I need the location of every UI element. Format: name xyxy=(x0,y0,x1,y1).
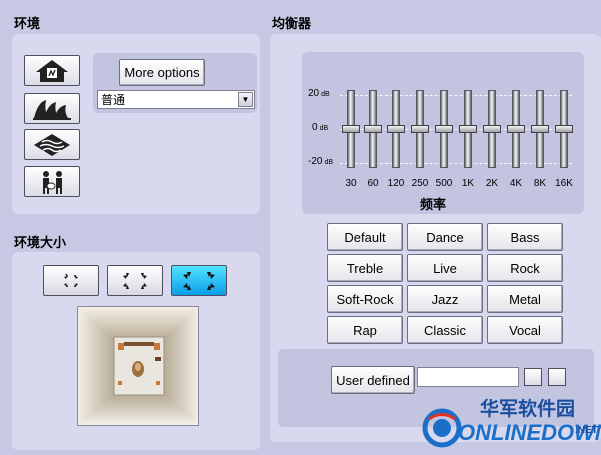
eq-slider-thumb[interactable] xyxy=(364,125,382,133)
musicians-icon xyxy=(43,170,62,194)
eq-slider-8K[interactable] xyxy=(531,90,549,168)
eq-slider-4K[interactable] xyxy=(507,90,525,168)
preset-metal-button[interactable]: Metal xyxy=(487,285,563,313)
eq-slider-250[interactable] xyxy=(411,90,429,168)
eq-slider-60[interactable] xyxy=(364,90,382,168)
frequency-axis-label: 频率 xyxy=(420,198,447,213)
db-mid-label: 0 dB xyxy=(312,122,329,133)
environment-preset-value: 普通 xyxy=(101,93,126,107)
eq-slider-thumb[interactable] xyxy=(435,125,453,133)
db-top-label: 20 dB xyxy=(308,88,330,99)
preset-jazz-button[interactable]: Jazz xyxy=(407,285,483,313)
cave-icon xyxy=(34,133,70,156)
environment-preset-select[interactable]: 普通 ▼ xyxy=(97,90,255,109)
equalizer-title: 均衡器 xyxy=(272,17,312,32)
preset-soft-rock-button[interactable]: Soft-Rock xyxy=(327,285,403,313)
eq-slider-thumb[interactable] xyxy=(507,125,525,133)
preset-dance-button[interactable]: Dance xyxy=(407,223,483,251)
watermark-cn-text: 华军软件园 xyxy=(480,398,576,420)
eq-slider-16K[interactable] xyxy=(555,90,573,168)
preset-classic-button[interactable]: Classic xyxy=(407,316,483,344)
preset-rap-button[interactable]: Rap xyxy=(327,316,403,344)
eq-slider-thumb[interactable] xyxy=(387,125,405,133)
eq-slider-thumb[interactable] xyxy=(483,125,501,133)
preset-rock-button[interactable]: Rock xyxy=(487,254,563,282)
eq-slider-thumb[interactable] xyxy=(555,125,573,133)
freq-label-16K: 16K xyxy=(555,178,573,189)
eq-slider-thumb[interactable] xyxy=(411,125,429,133)
room-perspective-image xyxy=(78,307,198,425)
room-size-small-button[interactable] xyxy=(43,265,99,296)
large-room-icon xyxy=(183,271,215,290)
eq-slider-30[interactable] xyxy=(342,90,360,168)
onlinedown-watermark: 华军软件园 ONLINEDOWN .NET xyxy=(420,392,601,455)
eq-slider-2K[interactable] xyxy=(483,90,501,168)
room-size-large-button[interactable] xyxy=(171,265,227,296)
user-defined-input[interactable] xyxy=(417,367,519,387)
room-preview xyxy=(77,306,199,426)
house-icon xyxy=(36,59,68,82)
preset-default-button[interactable]: Default xyxy=(327,223,403,251)
chevron-down-icon[interactable]: ▼ xyxy=(238,92,253,107)
db-bottom-label: -20 dB xyxy=(308,156,334,167)
preset-live-button[interactable]: Live xyxy=(407,254,483,282)
watermark-suffix: .NET xyxy=(575,425,598,436)
eq-slider-thumb[interactable] xyxy=(459,125,477,133)
eq-slider-thumb[interactable] xyxy=(531,125,549,133)
save-preset-button[interactable] xyxy=(524,368,542,386)
env-musicians-button[interactable] xyxy=(24,166,80,197)
opera-house-icon xyxy=(33,99,71,120)
env-cave-button[interactable] xyxy=(24,129,80,160)
env-house-button[interactable] xyxy=(24,55,80,86)
environment-title: 环境 xyxy=(14,17,41,32)
env-opera-button[interactable] xyxy=(24,93,80,124)
room-size-title: 环境大小 xyxy=(14,236,67,251)
preset-treble-button[interactable]: Treble xyxy=(327,254,403,282)
more-options-button[interactable]: More options xyxy=(119,59,205,86)
eq-slider-120[interactable] xyxy=(387,90,405,168)
delete-preset-button[interactable] xyxy=(548,368,566,386)
medium-room-icon xyxy=(123,272,147,289)
eq-slider-500[interactable] xyxy=(435,90,453,168)
eq-slider-1K[interactable] xyxy=(459,90,477,168)
eq-slider-thumb[interactable] xyxy=(342,125,360,133)
room-size-medium-button[interactable] xyxy=(107,265,163,296)
preset-vocal-button[interactable]: Vocal xyxy=(487,316,563,344)
preset-bass-button[interactable]: Bass xyxy=(487,223,563,251)
small-room-icon xyxy=(64,273,78,287)
user-defined-button[interactable]: User defined xyxy=(331,366,415,394)
